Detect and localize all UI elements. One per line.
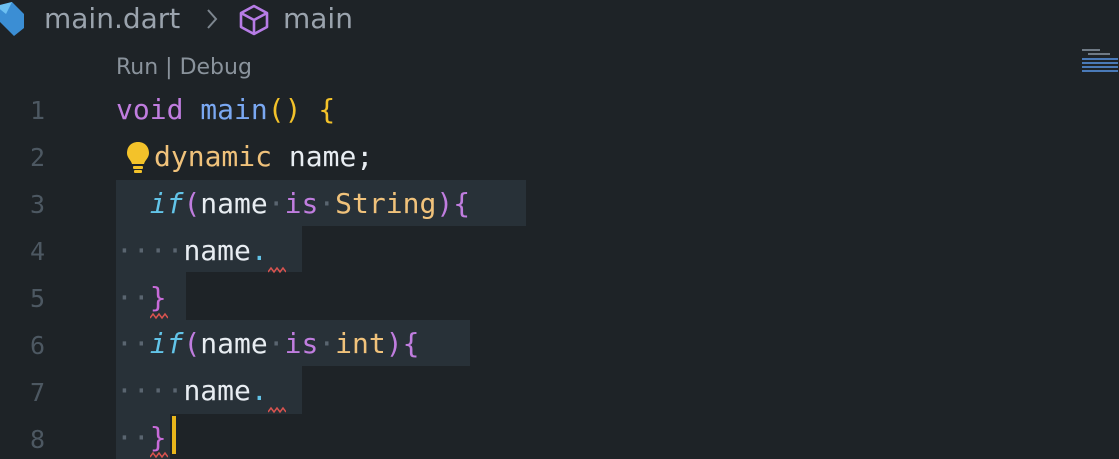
code-line-1[interactable]: void main() {	[116, 90, 335, 130]
code-line-3[interactable]: if(name·is·String){	[116, 184, 470, 224]
breadcrumb-file[interactable]: main.dart	[44, 2, 180, 35]
type-dynamic: dynamic	[154, 140, 273, 173]
line-number: 3	[30, 190, 46, 219]
keyword-void: void	[116, 93, 184, 126]
codelens-run-debug[interactable]: Run | Debug	[116, 55, 252, 80]
minimap[interactable]	[1080, 48, 1119, 78]
close-paren: )	[436, 187, 454, 220]
chevron-right-icon	[207, 9, 218, 29]
variable-name: name	[200, 327, 268, 360]
code-line-2[interactable]: dynamic name;	[154, 137, 373, 177]
keyword-if: if	[149, 187, 184, 220]
lightbulb-icon[interactable]	[124, 140, 152, 174]
error-squiggle	[150, 312, 168, 320]
variable-name: name	[183, 234, 251, 267]
close-brace: }	[149, 281, 167, 314]
line-number: 5	[30, 284, 46, 313]
parens: ()	[267, 93, 302, 126]
text-cursor	[172, 416, 176, 454]
keyword-if: if	[149, 327, 184, 360]
member-dot: .	[250, 374, 268, 407]
line-number: 8	[30, 425, 46, 454]
type-string: String	[335, 187, 437, 220]
open-paren: (	[183, 187, 201, 220]
breadcrumb-symbol[interactable]: main	[283, 2, 353, 35]
function-name: main	[200, 93, 268, 126]
semicolon: ;	[356, 140, 374, 173]
code-line-7[interactable]: ····name.	[116, 371, 268, 411]
error-squiggle	[268, 266, 286, 274]
type-int: int	[335, 327, 386, 360]
close-paren: )	[385, 327, 403, 360]
keyword-is: is	[284, 187, 319, 220]
line-number: 2	[30, 143, 46, 172]
open-brace: {	[453, 187, 471, 220]
error-squiggle	[150, 451, 168, 459]
line-number: 7	[30, 378, 46, 407]
line-number: 6	[30, 331, 46, 360]
open-brace: {	[402, 327, 420, 360]
cube-icon	[239, 4, 269, 36]
variable-name: name	[200, 187, 268, 220]
line-number: 4	[30, 237, 46, 266]
open-brace: {	[318, 93, 336, 126]
error-squiggle	[268, 406, 286, 414]
dart-file-icon	[0, 2, 24, 36]
variable-name: name	[288, 140, 357, 173]
open-paren: (	[183, 327, 201, 360]
close-brace: }	[149, 421, 167, 454]
code-line-6[interactable]: ··if(name·is·int){	[116, 324, 419, 364]
member-dot: .	[250, 234, 268, 267]
code-line-4[interactable]: ····name.	[116, 231, 268, 271]
line-number: 1	[30, 96, 46, 125]
variable-name: name	[183, 374, 251, 407]
keyword-is: is	[284, 327, 319, 360]
